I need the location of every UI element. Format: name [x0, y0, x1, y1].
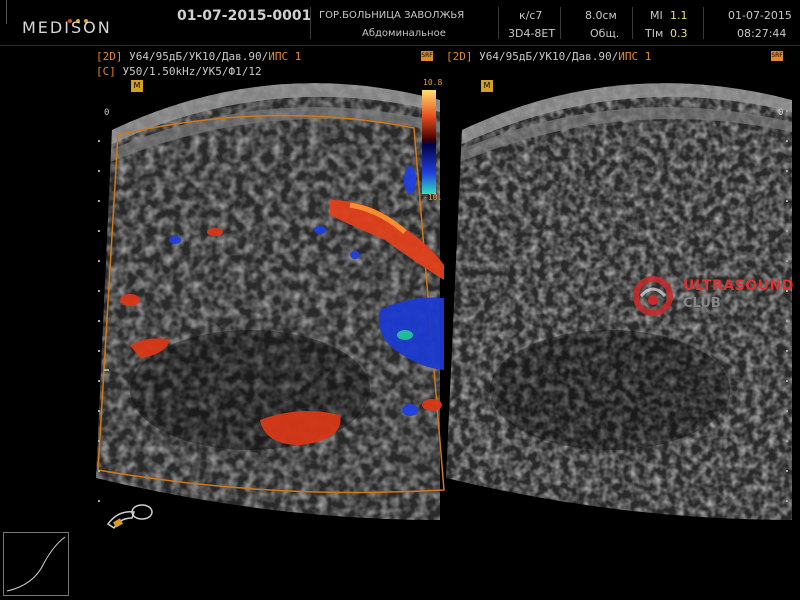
right-2d-params: [2D] У64/95дБ/УК10/Дав.90/ИПС 1 [446, 50, 651, 63]
depth-zero-label: 0 [778, 108, 784, 118]
watermark-line2: CLUB [683, 296, 721, 311]
depth-zero-label: 0 [104, 108, 110, 118]
srf-badge: SRF [771, 51, 783, 61]
probe-icon [106, 504, 153, 530]
left-2d-params: [2D] У64/95дБ/УК10/Дав.90/ИПС 1 [96, 50, 301, 63]
left-ultrasound-image [96, 83, 445, 520]
color-scale-min: -10. [423, 193, 443, 202]
mode-2d-values: У64/95дБ/УК10/Дав.90/ [129, 50, 269, 63]
gray-curve-icon [6, 536, 66, 592]
watermark-logo-icon [633, 276, 673, 316]
gray-map-curve [3, 532, 69, 596]
mode-2d-highlight: ИПС 1 [268, 50, 302, 63]
mode-2d-highlight: ИПС 1 [618, 50, 652, 63]
color-velocity-scale [422, 90, 436, 194]
orientation-marker: M [481, 80, 493, 92]
watermark-line1: ULTRASOUND [683, 278, 794, 294]
mode-2d-tag: [2D] [96, 50, 123, 63]
mode-2d-tag: [2D] [446, 50, 473, 63]
orientation-marker: M [131, 80, 143, 92]
srf-badge: SRF [421, 51, 433, 61]
color-scale-max: 10.8 [423, 78, 443, 87]
left-color-params: [C] У50/1.50kHz/УК5/Ф1/12 [96, 65, 262, 78]
mode-2d-values: У64/95дБ/УК10/Дав.90/ [479, 50, 619, 63]
mode-c-tag: [C] [96, 65, 116, 78]
ultrasound-club-watermark: ULTRASOUND CLUB [633, 274, 793, 318]
mode-c-values: У50/1.50kHz/УК5/Ф1/12 [122, 65, 262, 78]
